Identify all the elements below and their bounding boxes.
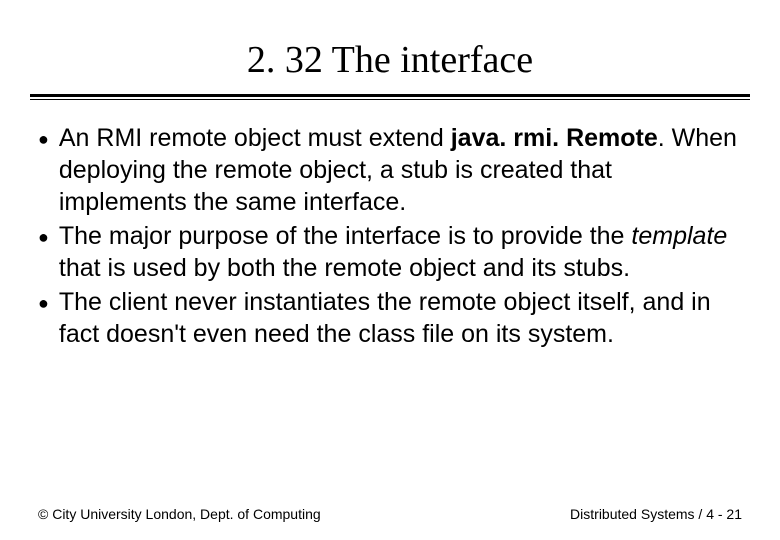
list-item: ● An RMI remote object must extend java.…	[38, 122, 742, 218]
text-segment: An RMI remote object must extend	[59, 124, 451, 152]
bullet-text: The client never instantiates the remote…	[59, 286, 742, 350]
list-item: ● The client never instantiates the remo…	[38, 286, 742, 350]
bullet-text: The major purpose of the interface is to…	[59, 220, 742, 284]
footer-right: Distributed Systems / 4 - 21	[570, 506, 742, 522]
text-segment: that is used by both the remote object a…	[59, 254, 630, 282]
bullet-text: An RMI remote object must extend java. r…	[59, 122, 742, 218]
bullet-icon: ●	[38, 226, 49, 249]
bullet-list: ● An RMI remote object must extend java.…	[38, 122, 742, 350]
text-segment-italic: template	[631, 222, 727, 250]
list-item: ● The major purpose of the interface is …	[38, 220, 742, 284]
slide-content: ● An RMI remote object must extend java.…	[0, 100, 780, 350]
footer-left: © City University London, Dept. of Compu…	[38, 506, 321, 522]
slide-footer: © City University London, Dept. of Compu…	[0, 506, 780, 522]
text-segment: The major purpose of the interface is to…	[59, 222, 632, 250]
slide-title: 2. 32 The interface	[0, 0, 780, 94]
bullet-icon: ●	[38, 128, 49, 151]
text-segment: The client never instantiates the remote…	[59, 288, 711, 348]
bullet-icon: ●	[38, 292, 49, 315]
text-segment-bold: java. rmi. Remote	[451, 124, 658, 152]
